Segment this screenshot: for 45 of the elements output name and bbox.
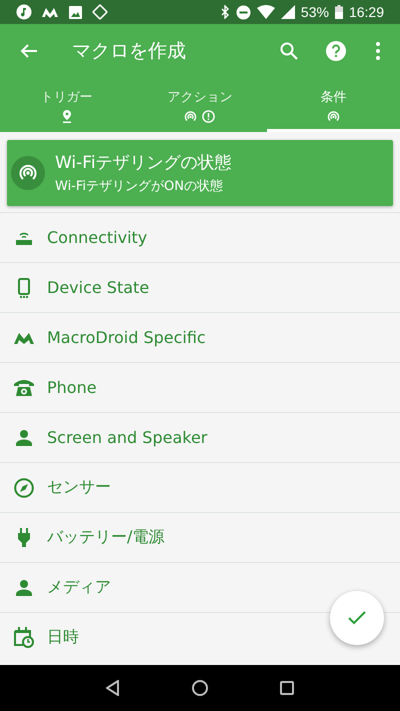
category-item[interactable]: Device State xyxy=(0,262,400,312)
more-icon[interactable] xyxy=(376,42,380,60)
signal-icon xyxy=(280,5,295,19)
bluetooth-icon xyxy=(220,5,230,19)
recents-icon[interactable] xyxy=(280,681,294,695)
image-icon xyxy=(68,4,83,20)
confirm-button[interactable] xyxy=(330,591,384,645)
home-icon[interactable] xyxy=(192,680,208,696)
back-icon[interactable] xyxy=(106,680,120,696)
telephone-icon xyxy=(14,379,34,396)
tab[interactable]: 条件 xyxy=(266,78,400,132)
category-item[interactable]: センサー xyxy=(0,462,400,512)
hotspot-icon xyxy=(11,156,45,190)
category-item[interactable]: バッテリー/電源 xyxy=(0,512,400,562)
wifi-icon xyxy=(256,5,275,19)
calendar-clock-icon xyxy=(14,627,34,648)
m-logo-icon xyxy=(14,332,34,344)
person-icon xyxy=(14,580,34,596)
tab[interactable]: トリガー xyxy=(0,78,134,132)
category-item[interactable]: Connectivity xyxy=(0,212,400,262)
check-icon xyxy=(348,611,366,625)
battery-percent: 53% xyxy=(300,4,329,20)
alert-icon xyxy=(202,110,216,122)
back-arrow-icon[interactable] xyxy=(20,43,38,59)
condition-title: Wi-Fiテザリングの状態 xyxy=(55,152,232,174)
condition-subtitle: Wi-FiテザリングがONの状態 xyxy=(55,178,224,195)
screen-title: マクロを作成 xyxy=(72,39,187,64)
router-icon xyxy=(14,230,34,244)
help-icon[interactable] xyxy=(326,41,346,61)
compass-icon xyxy=(14,478,34,498)
tab[interactable]: アクション xyxy=(133,78,267,132)
search-icon[interactable] xyxy=(280,42,298,60)
selected-condition-card[interactable]: Wi-Fiテザリングの状態 Wi-FiテザリングがONの状態 xyxy=(7,140,393,206)
hotspot-icon xyxy=(184,110,198,122)
person-icon xyxy=(14,430,34,446)
clock: 16:29 xyxy=(348,4,384,20)
category-item[interactable]: MacroDroid Specific xyxy=(0,312,400,362)
m-logo-icon xyxy=(41,6,59,18)
location-pin-icon xyxy=(62,110,72,122)
hotspot-icon xyxy=(326,110,340,122)
music-note-icon xyxy=(16,4,32,20)
category-item[interactable]: Screen and Speaker xyxy=(0,412,400,462)
category-item[interactable]: Phone xyxy=(0,362,400,412)
do-not-disturb-icon xyxy=(236,4,251,20)
battery-icon xyxy=(334,5,343,19)
